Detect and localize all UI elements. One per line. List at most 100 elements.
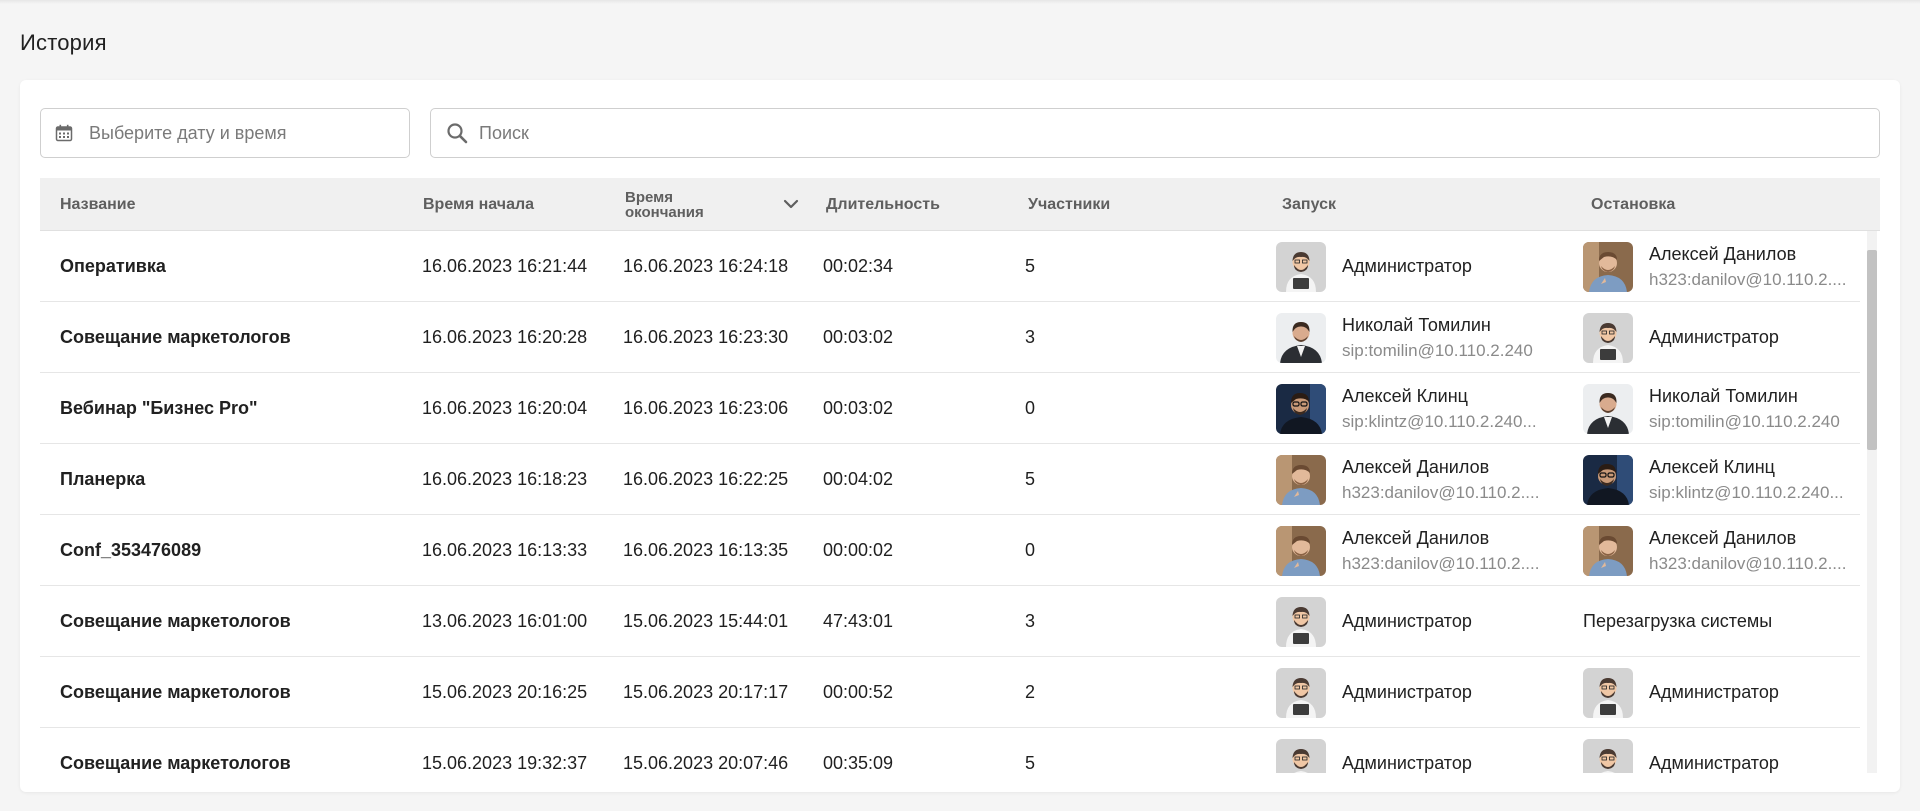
search-input[interactable] [479, 122, 1879, 144]
table-row[interactable]: Совещание маркетологов 15.06.2023 19:32:3… [40, 728, 1860, 773]
launch-user[interactable]: Алексей Данилов h323:danilov@10.110.2.... [1276, 454, 1542, 505]
launch-user[interactable]: Алексей Клинц sip:klintz@10.110.2.240... [1276, 383, 1542, 434]
user-name: Алексей Данилов [1342, 456, 1490, 477]
column-header-stop[interactable]: Остановка [1591, 178, 1675, 231]
duration: 00:03:02 [823, 398, 894, 418]
table-row[interactable]: Совещание маркетологов 15.06.2023 20:16:2… [40, 657, 1860, 728]
column-header-name[interactable]: Название [60, 178, 136, 231]
start-time: 16.06.2023 16:13:33 [422, 540, 588, 560]
chevron-down-icon[interactable] [781, 194, 801, 214]
date-time-input[interactable] [89, 122, 409, 144]
user-address: h323:danilov@10.110.2.... [1342, 553, 1540, 573]
launch-user[interactable]: Алексей Данилов h323:danilov@10.110.2.... [1276, 525, 1542, 576]
table-row[interactable]: Планерка 16.06.2023 16:18:23 16.06.2023 16… [40, 444, 1860, 515]
launch-user[interactable]: Администратор [1276, 596, 1542, 647]
duration: 47:43:01 [823, 611, 894, 631]
calendar-icon [55, 124, 73, 142]
stop-cell: Николай Томилин sip:tomilin@10.110.2.240 [1583, 373, 1849, 444]
end-time: 16.06.2023 16:13:35 [623, 540, 789, 560]
launch-cell: Администратор [1276, 657, 1542, 728]
stop-user[interactable]: Администратор [1583, 312, 1849, 363]
launch-cell: Николай Томилин sip:tomilin@10.110.2.240 [1276, 302, 1542, 373]
duration: 00:02:34 [823, 256, 894, 276]
avatar [1276, 241, 1326, 292]
stop-cell: Алексей Данилов h323:danilov@10.110.2.... [1583, 515, 1849, 586]
user-name: Алексей Клинц [1649, 456, 1775, 477]
table-header: Название Время начала Время окончания Дл… [40, 178, 1880, 231]
avatar [1276, 525, 1326, 576]
column-header-end-time[interactable]: Время окончания [625, 178, 704, 231]
conference-name: Планерка [60, 469, 146, 489]
user-name: Алексей Клинц [1342, 385, 1468, 406]
history-card: Название Время начала Время окончания Дл… [20, 80, 1900, 792]
end-time: 16.06.2023 16:24:18 [623, 256, 789, 276]
table-row[interactable]: Оперативка 16.06.2023 16:21:44 16.06.2023 … [40, 231, 1860, 302]
start-time: 13.06.2023 16:01:00 [422, 611, 588, 631]
stop-user[interactable]: Алексей Данилов h323:danilov@10.110.2.... [1583, 525, 1849, 576]
user-name: Алексей Данилов [1649, 243, 1797, 264]
launch-user[interactable]: Администратор [1276, 241, 1542, 292]
user-name: Администратор [1342, 753, 1472, 773]
conference-name: Вебинар "Бизнес Pro" [60, 398, 258, 418]
avatar [1583, 667, 1633, 718]
user-name: Алексей Данилов [1649, 527, 1797, 548]
launch-cell: Администратор [1276, 586, 1542, 657]
participants-count: 5 [1025, 469, 1036, 489]
end-time: 15.06.2023 20:17:17 [623, 682, 789, 702]
avatar [1276, 383, 1326, 434]
launch-cell: Алексей Данилов h323:danilov@10.110.2.... [1276, 444, 1542, 515]
stop-user[interactable]: Алексей Данилов h323:danilov@10.110.2.... [1583, 241, 1849, 292]
table-row[interactable]: Вебинар "Бизнес Pro" 16.06.2023 16:20:04 1… [40, 373, 1860, 444]
launch-cell: Алексей Данилов h323:danilov@10.110.2.... [1276, 515, 1542, 586]
date-time-picker[interactable] [40, 108, 410, 158]
stop-user[interactable]: Николай Томилин sip:tomilin@10.110.2.240 [1583, 383, 1849, 434]
user-address: sip:tomilin@10.110.2.240 [1649, 411, 1840, 431]
stop-cell: Перезагрузка системы [1583, 586, 1772, 657]
user-address: h323:danilov@10.110.2.... [1342, 482, 1540, 502]
launch-user[interactable]: Николай Томилин sip:tomilin@10.110.2.240 [1276, 312, 1542, 363]
launch-cell: Алексей Клинц sip:klintz@10.110.2.240... [1276, 373, 1542, 444]
page-title: История [20, 30, 107, 55]
history-table: Название Время начала Время окончания Дл… [40, 178, 1880, 773]
scrollbar-thumb[interactable] [1867, 250, 1877, 450]
stop-user[interactable]: Алексей Клинц sip:klintz@10.110.2.240... [1583, 454, 1849, 505]
end-time: 15.06.2023 15:44:01 [623, 611, 789, 631]
avatar [1276, 667, 1326, 718]
duration: 00:04:02 [823, 469, 894, 489]
table-row[interactable]: Совещание маркетологов 16.06.2023 16:20:2… [40, 302, 1860, 373]
launch-user[interactable]: Администратор [1276, 667, 1542, 718]
table-row[interactable]: Conf_353476089 16.06.2023 16:13:33 16.06.2… [40, 515, 1860, 586]
stop-cell: Алексей Клинц sip:klintz@10.110.2.240... [1583, 444, 1849, 515]
start-time: 16.06.2023 16:21:44 [422, 256, 588, 276]
avatar [1276, 312, 1326, 363]
participants-count: 5 [1025, 753, 1036, 773]
stop-cell: Алексей Данилов h323:danilov@10.110.2.... [1583, 231, 1849, 302]
launch-user[interactable]: Администратор [1276, 738, 1542, 773]
user-name: Администратор [1342, 611, 1472, 631]
avatar [1583, 454, 1633, 505]
table-row[interactable]: Совещание маркетологов 13.06.2023 16:01:0… [40, 586, 1860, 657]
end-time: 16.06.2023 16:23:30 [623, 327, 789, 347]
user-address: sip:klintz@10.110.2.240... [1649, 482, 1844, 502]
stop-cell: Администратор [1583, 657, 1849, 728]
stop-text: Перезагрузка системы [1583, 611, 1773, 631]
user-name: Николай Томилин [1342, 314, 1491, 335]
column-header-launch[interactable]: Запуск [1282, 178, 1336, 231]
stop-cell: Администратор [1583, 728, 1849, 773]
stop-user[interactable]: Администратор [1583, 667, 1849, 718]
column-header-duration[interactable]: Длительность [826, 178, 940, 231]
avatar [1276, 454, 1326, 505]
column-header-participants[interactable]: Участники [1028, 178, 1110, 231]
conference-name: Совещание маркетологов [60, 682, 291, 702]
user-name: Алексей Данилов [1342, 527, 1490, 548]
search-box[interactable] [430, 108, 1880, 158]
conference-name: Совещание маркетологов [60, 753, 291, 773]
duration: 00:00:52 [823, 682, 894, 702]
column-header-end-line1: Время [625, 188, 673, 206]
participants-count: 3 [1025, 327, 1036, 347]
user-address: sip:klintz@10.110.2.240... [1342, 411, 1537, 431]
column-header-start-time[interactable]: Время начала [423, 178, 534, 231]
user-name: Администратор [1342, 256, 1472, 276]
search-icon [447, 123, 468, 144]
stop-user[interactable]: Администратор [1583, 738, 1849, 773]
